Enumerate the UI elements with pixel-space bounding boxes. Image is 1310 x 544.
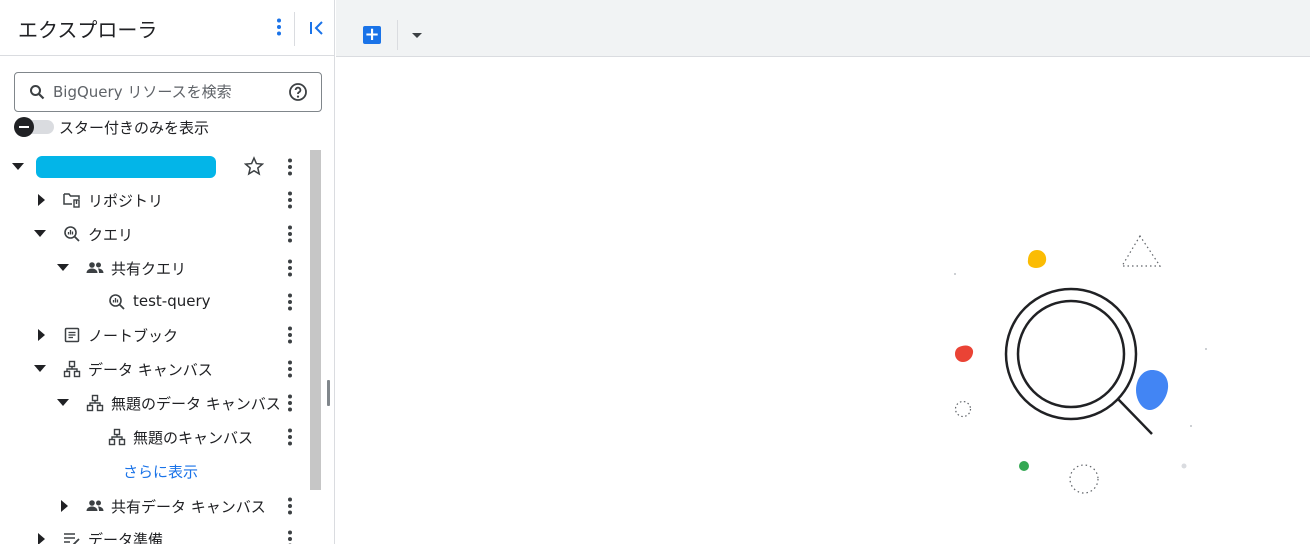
tree-item-test-query[interactable]: test-query <box>0 285 305 319</box>
yellow-blob <box>1027 250 1047 268</box>
caret-down-icon[interactable] <box>34 228 46 240</box>
canvas-icon <box>63 360 81 378</box>
first-page-icon <box>310 21 323 35</box>
explorer-header: エクスプローラ <box>0 0 334 56</box>
header-divider <box>294 12 295 46</box>
red-blob <box>955 345 974 362</box>
tree-item-project[interactable] <box>0 150 305 184</box>
collapse-panel-button[interactable] <box>305 16 329 40</box>
caret-down-icon[interactable] <box>57 397 69 409</box>
tree-item-label: クエリ <box>88 226 134 244</box>
more-vert-icon[interactable] <box>280 155 300 179</box>
canvas-icon <box>86 394 104 412</box>
tree-item-label: 無題のキャンバス <box>133 429 254 447</box>
query-icon <box>108 293 126 311</box>
tree-item-shared-queries[interactable]: 共有クエリ <box>0 251 305 285</box>
more-vert-icon[interactable] <box>280 222 300 246</box>
explorer-title: エクスプローラ <box>18 18 158 42</box>
green-dot <box>1019 461 1029 471</box>
dotted-triangle <box>1120 234 1162 267</box>
explorer-panel: エクスプローラ BigQuery リソースを検索 スター付きのみを表示 リポジト… <box>0 0 335 544</box>
data-prep-icon <box>63 530 81 544</box>
tree-item-show-more: さらに表示 <box>0 454 305 488</box>
search-icon <box>30 85 45 100</box>
tree-item-label: ノートブック <box>88 327 179 345</box>
help-icon[interactable] <box>288 82 308 102</box>
more-vert-icon[interactable] <box>280 391 300 415</box>
tree-item-untitled-canvas[interactable]: 無題のキャンバス <box>0 420 305 454</box>
more-vert-icon[interactable] <box>280 425 300 449</box>
caret-down-icon[interactable] <box>57 262 69 274</box>
dotted-circle-large <box>1069 464 1099 494</box>
starred-only-label: スター付きのみを表示 <box>59 119 210 137</box>
empty-state-illustration <box>954 234 1207 494</box>
caret-down-icon[interactable] <box>34 363 46 375</box>
show-more-link[interactable]: さらに表示 <box>123 461 198 482</box>
people-icon <box>86 259 104 277</box>
add-box-icon[interactable]: + <box>363 26 381 44</box>
tree-item-label: 共有クエリ <box>111 260 187 278</box>
more-vert-icon[interactable] <box>280 323 300 347</box>
tiny-dot <box>1190 425 1192 427</box>
toolbar-divider <box>397 20 398 50</box>
tree-item-data-preparation[interactable]: データ準備 <box>0 522 305 544</box>
panel-resize-handle[interactable] <box>327 380 330 406</box>
starred-only-toggle-row: スター付きのみを表示 <box>14 116 209 138</box>
tree-item-label: データ準備 <box>88 531 164 544</box>
caret-right-icon[interactable] <box>36 329 48 341</box>
project-name-redacted <box>36 156 216 178</box>
tiny-dot <box>1205 348 1207 350</box>
tree-item-label: 共有データ キャンバス <box>111 498 266 516</box>
star-icon[interactable] <box>244 156 264 176</box>
resource-search-box <box>14 72 322 112</box>
more-vert-icon[interactable] <box>280 188 300 212</box>
tree-item-shared-data-canvases[interactable]: 共有データ キャンバス <box>0 489 305 523</box>
blue-blob <box>1136 370 1169 410</box>
tiny-dot <box>954 273 956 275</box>
tree-item-label: データ キャンバス <box>88 361 213 379</box>
explorer-more-button[interactable] <box>269 15 289 39</box>
more-vert-icon[interactable] <box>280 494 300 518</box>
dotted-circle-small <box>954 400 972 418</box>
more-vert-icon[interactable] <box>280 357 300 381</box>
tab-toolbar: + <box>336 0 1310 57</box>
repository-icon <box>63 191 81 209</box>
main-workspace: + <box>336 0 1310 544</box>
tree-item-notebooks[interactable]: ノートブック <box>0 318 305 352</box>
caret-right-icon[interactable] <box>36 194 48 206</box>
toggle-knob <box>14 117 34 137</box>
starred-only-toggle[interactable] <box>14 117 54 137</box>
caret-right-icon[interactable] <box>36 533 48 544</box>
magnifier-inner-ring <box>1016 299 1126 409</box>
bigquery-app: エクスプローラ BigQuery リソースを検索 スター付きのみを表示 リポジト… <box>0 0 1310 544</box>
tiny-dot <box>1181 463 1187 469</box>
resource-search-input[interactable] <box>53 81 283 103</box>
people-icon <box>86 497 104 515</box>
more-vert-icon <box>277 18 281 36</box>
tree-item-queries[interactable]: クエリ <box>0 217 305 251</box>
more-vert-icon[interactable] <box>280 256 300 280</box>
tree-item-label: リポジトリ <box>88 192 164 210</box>
tree-item-label: test-query <box>133 292 211 310</box>
more-vert-icon[interactable] <box>280 290 300 314</box>
query-icon <box>63 225 81 243</box>
tree-item-label: 無題のデータ キャンバス <box>111 395 279 413</box>
tree-item-repositories[interactable]: リポジトリ <box>0 183 305 217</box>
notebook-icon <box>63 326 81 344</box>
tree-scrollbar[interactable] <box>310 150 321 490</box>
caret-right-icon[interactable] <box>59 500 71 512</box>
arrow-drop-down-icon[interactable] <box>409 28 425 44</box>
caret-down-icon[interactable] <box>12 161 24 173</box>
more-vert-icon[interactable] <box>280 527 300 544</box>
tree-item-data-canvases[interactable]: データ キャンバス <box>0 352 305 386</box>
canvas-icon <box>108 428 126 446</box>
tree-item-untitled-data-canvas[interactable]: 無題のデータ キャンバス <box>0 386 305 420</box>
